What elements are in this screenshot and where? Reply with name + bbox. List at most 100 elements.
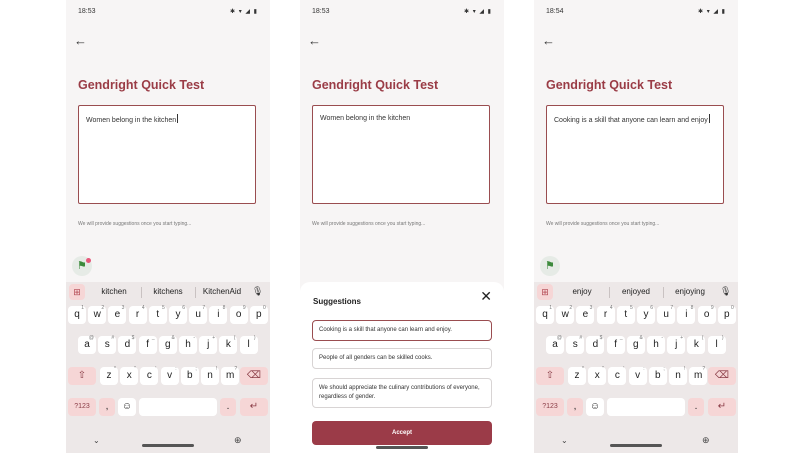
key-x[interactable]: x " bbox=[588, 366, 607, 385]
flag-button[interactable]: ⚑ bbox=[540, 256, 560, 276]
symbols-key[interactable]: ?123 bbox=[536, 398, 564, 416]
suggestion-option-2[interactable]: People of all genders can be skilled coo… bbox=[312, 348, 492, 369]
key-j[interactable]: j + bbox=[667, 335, 686, 354]
key-o[interactable]: o9 bbox=[229, 305, 248, 324]
suggestion-word[interactable]: kitchen bbox=[86, 287, 142, 296]
globe-icon[interactable]: ⊕ bbox=[234, 435, 242, 446]
key-e[interactable]: e3 bbox=[108, 305, 127, 324]
key-d[interactable]: d $ bbox=[118, 335, 137, 354]
key-a[interactable]: a @ bbox=[546, 335, 564, 354]
suggestion-option-1[interactable]: Cooking is a skill that anyone can learn… bbox=[312, 320, 492, 341]
key-t[interactable]: t5 bbox=[148, 305, 167, 324]
keyboard-hide-icon[interactable]: ⌄ bbox=[93, 436, 100, 445]
comma-key[interactable]: , bbox=[99, 398, 115, 416]
key-b[interactable]: b; bbox=[180, 366, 199, 385]
key-q[interactable]: q1 bbox=[68, 305, 86, 324]
period-key[interactable]: . bbox=[220, 398, 236, 416]
key-v[interactable]: v: bbox=[628, 366, 647, 385]
key-f[interactable]: f _ bbox=[138, 335, 157, 354]
key-v[interactable]: v: bbox=[160, 366, 179, 385]
emoji-key[interactable]: ☺ bbox=[586, 398, 604, 416]
back-arrow-icon[interactable]: ← bbox=[542, 34, 556, 48]
key-o[interactable]: o9 bbox=[697, 305, 716, 324]
key-z[interactable]: z * bbox=[568, 366, 586, 385]
enter-key[interactable]: ↵ bbox=[240, 398, 268, 416]
accept-button[interactable]: Accept bbox=[312, 421, 492, 445]
back-arrow-icon[interactable]: ← bbox=[308, 34, 322, 48]
shift-key[interactable]: ⇧ bbox=[536, 367, 564, 385]
key-j[interactable]: j + bbox=[199, 335, 218, 354]
period-key[interactable]: . bbox=[688, 398, 704, 416]
phone-screen-corrected: 18:54 ✱ ▾ ◢ ▮ ← Gendright Quick Test Coo… bbox=[534, 0, 738, 453]
key-g[interactable]: g & bbox=[626, 335, 645, 354]
key-n[interactable]: n! bbox=[669, 366, 687, 385]
key-h[interactable]: h- bbox=[647, 335, 665, 354]
key-l[interactable]: l) bbox=[707, 335, 726, 354]
apps-grid-icon[interactable]: ⊞ bbox=[537, 284, 553, 300]
key-w[interactable]: w2 bbox=[88, 305, 107, 324]
key-y[interactable]: y6 bbox=[637, 305, 655, 324]
key-x[interactable]: x " bbox=[120, 366, 139, 385]
key-r[interactable]: r4 bbox=[596, 305, 615, 324]
text-cursor bbox=[177, 114, 179, 123]
back-arrow-icon[interactable]: ← bbox=[74, 34, 88, 48]
text-input[interactable]: Women belong in the kitchen bbox=[78, 105, 256, 204]
space-key[interactable] bbox=[139, 398, 217, 416]
mic-icon[interactable]: 🎙 bbox=[720, 286, 731, 297]
key-y[interactable]: y6 bbox=[169, 305, 187, 324]
key-r[interactable]: r4 bbox=[128, 305, 147, 324]
suggestion-word[interactable]: enjoy bbox=[554, 287, 610, 296]
comma-key[interactable]: , bbox=[567, 398, 583, 416]
key-c[interactable]: c ' bbox=[608, 366, 627, 385]
text-cursor bbox=[708, 114, 710, 123]
text-input[interactable]: Cooking is a skill that anyone can learn… bbox=[546, 105, 724, 204]
key-p[interactable]: p0 bbox=[249, 305, 268, 324]
symbols-key[interactable]: ?123 bbox=[68, 398, 96, 416]
key-h[interactable]: h- bbox=[179, 335, 197, 354]
suggestion-word[interactable]: enjoying bbox=[662, 287, 718, 296]
key-w[interactable]: w2 bbox=[556, 305, 575, 324]
key-g[interactable]: g & bbox=[158, 335, 177, 354]
suggestion-option-3[interactable]: We should appreciate the culinary contri… bbox=[312, 378, 492, 408]
key-s[interactable]: s # bbox=[98, 335, 117, 354]
flag-button[interactable]: ⚑ bbox=[72, 256, 92, 276]
key-t[interactable]: t5 bbox=[616, 305, 635, 324]
key-s[interactable]: s # bbox=[566, 335, 585, 354]
space-key[interactable] bbox=[607, 398, 685, 416]
key-k[interactable]: k( bbox=[219, 335, 238, 354]
close-icon[interactable]: ✕ bbox=[480, 288, 492, 305]
key-u[interactable]: u7 bbox=[657, 305, 676, 324]
key-q[interactable]: q1 bbox=[536, 305, 554, 324]
key-a[interactable]: a @ bbox=[78, 335, 96, 354]
suggestion-word[interactable]: enjoyed bbox=[608, 287, 664, 296]
emoji-key[interactable]: ☺ bbox=[118, 398, 136, 416]
keyboard-hide-icon[interactable]: ⌄ bbox=[561, 436, 568, 445]
key-f[interactable]: f _ bbox=[606, 335, 625, 354]
backspace-key[interactable]: ⌫ bbox=[708, 367, 736, 385]
system-nav-bar: ⌄ ⊕ bbox=[534, 435, 738, 453]
key-u[interactable]: u7 bbox=[189, 305, 208, 324]
shift-key[interactable]: ⇧ bbox=[68, 367, 96, 385]
suggestion-word[interactable]: kitchens bbox=[140, 287, 196, 296]
key-b[interactable]: b; bbox=[648, 366, 667, 385]
key-i[interactable]: i8 bbox=[209, 305, 228, 324]
key-m[interactable]: m? bbox=[689, 366, 708, 385]
text-input[interactable]: Women belong in the kitchen bbox=[312, 105, 490, 204]
key-k[interactable]: k( bbox=[687, 335, 706, 354]
key-d[interactable]: d $ bbox=[586, 335, 605, 354]
key-i[interactable]: i8 bbox=[677, 305, 696, 324]
key-p[interactable]: p0 bbox=[717, 305, 736, 324]
backspace-key[interactable]: ⌫ bbox=[240, 367, 268, 385]
sheet-heading: Suggestions bbox=[313, 297, 362, 306]
key-z[interactable]: z * bbox=[100, 366, 118, 385]
key-m[interactable]: m? bbox=[221, 366, 240, 385]
apps-grid-icon[interactable]: ⊞ bbox=[69, 284, 85, 300]
key-c[interactable]: c ' bbox=[140, 366, 159, 385]
key-n[interactable]: n! bbox=[201, 366, 219, 385]
mic-icon[interactable]: 🎙 bbox=[252, 286, 263, 297]
enter-key[interactable]: ↵ bbox=[708, 398, 736, 416]
key-e[interactable]: e3 bbox=[576, 305, 595, 324]
key-l[interactable]: l) bbox=[239, 335, 258, 354]
globe-icon[interactable]: ⊕ bbox=[702, 435, 710, 446]
suggestion-word[interactable]: KitchenAid bbox=[194, 287, 250, 296]
